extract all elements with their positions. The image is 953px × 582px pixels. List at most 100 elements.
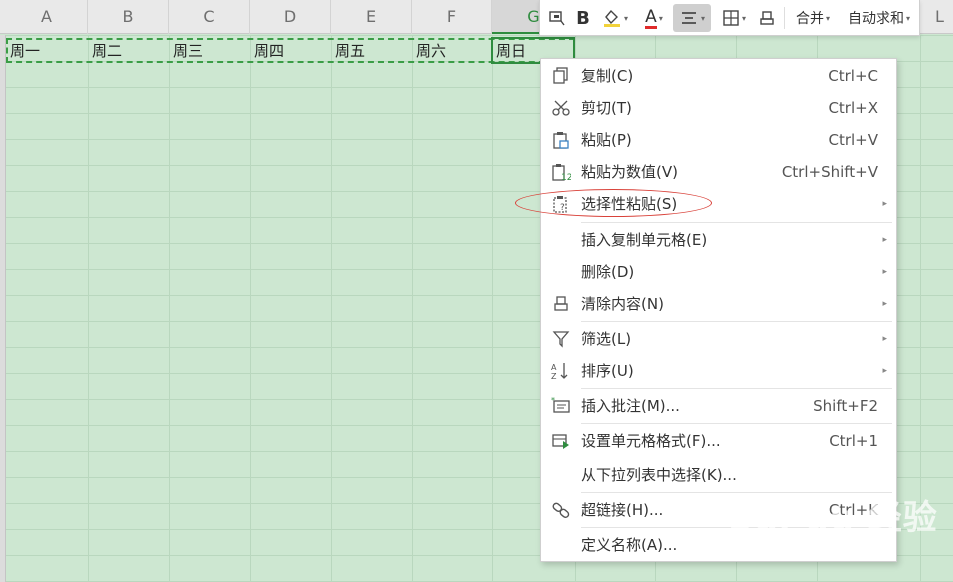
chevron-down-icon: ▾ — [623, 13, 628, 23]
font-color-button[interactable]: A ▾ — [637, 4, 671, 32]
menu-item-insert-copied-cells[interactable]: 插入复制单元格(E) ▸ — [541, 225, 896, 255]
copy-marquee — [6, 38, 575, 63]
menu-item-label: 筛选(L) — [581, 330, 632, 348]
menu-item-shortcut: Shift+F2 — [813, 397, 878, 415]
menu-item-insert-comment[interactable]: * 插入批注(M)... Shift+F2 — [541, 391, 896, 421]
merge-label: 合并 — [795, 11, 824, 27]
menu-item-paste-values[interactable]: 12 粘贴为数值(V) Ctrl+Shift+V — [541, 157, 896, 187]
align-center-button[interactable]: ▾ — [673, 4, 711, 32]
menu-item-shortcut: Ctrl+Shift+V — [781, 163, 878, 181]
scissors-icon — [551, 99, 571, 117]
eraser-icon — [760, 11, 774, 25]
paste-values-icon: 12 — [551, 163, 572, 183]
borders-button[interactable]: ▾ — [716, 4, 752, 32]
menu-item-delete[interactable]: 删除(D) ▸ — [541, 257, 896, 287]
format-painter-button[interactable] — [544, 4, 570, 32]
menu-item-shortcut: Ctrl+X — [828, 99, 878, 117]
menu-item-label: 删除(D) — [581, 263, 635, 281]
menu-item-format-cells[interactable]: 设置单元格格式(F)... Ctrl+1 — [541, 426, 896, 456]
row-header-edge — [0, 35, 6, 582]
grid-line — [331, 35, 332, 582]
bold-button[interactable]: B — [572, 4, 594, 32]
sort-icon: AZ — [551, 362, 571, 381]
column-header-c[interactable]: C — [169, 0, 250, 34]
merge-button[interactable]: 合并 ▾ — [789, 4, 837, 32]
toolbar-separator — [784, 7, 785, 29]
menu-item-shortcut: Ctrl+1 — [829, 432, 878, 450]
menu-item-label: 剪切(T) — [581, 99, 632, 117]
submenu-arrow-icon: ▸ — [882, 366, 887, 376]
menu-item-label: 超链接(H)... — [581, 501, 664, 519]
menu-item-cut[interactable]: 剪切(T) Ctrl+X — [541, 93, 896, 123]
svg-text:12: 12 — [561, 173, 571, 181]
menu-item-shortcut: Ctrl+V — [828, 131, 878, 149]
grid-line — [88, 35, 89, 582]
menu-item-clear-contents[interactable]: 清除内容(N) ▸ — [541, 289, 896, 319]
menu-item-sort[interactable]: AZ 排序(U) ▸ — [541, 356, 896, 386]
menu-item-label: 清除内容(N) — [581, 295, 664, 313]
svg-text:A: A — [551, 363, 557, 372]
format-painter-icon — [549, 11, 565, 26]
column-header-d[interactable]: D — [250, 0, 331, 34]
annotation-ellipse — [515, 189, 712, 217]
chevron-down-icon: ▾ — [825, 13, 830, 23]
grid-line — [169, 35, 170, 582]
menu-item-copy[interactable]: 复制(C) Ctrl+C — [541, 61, 896, 91]
column-header-b[interactable]: B — [88, 0, 169, 34]
grid-line — [412, 35, 413, 582]
comment-icon: * — [551, 396, 571, 415]
borders-icon — [723, 10, 739, 26]
align-center-icon — [681, 12, 696, 24]
menu-item-label: 定义名称(A)... — [581, 536, 678, 554]
chevron-down-icon: ▾ — [700, 13, 705, 23]
submenu-arrow-icon: ▸ — [882, 334, 887, 344]
menu-item-label: 排序(U) — [581, 362, 634, 380]
chevron-down-icon: ▾ — [741, 13, 746, 23]
menu-item-label: 粘贴(P) — [581, 131, 632, 149]
fill-color-button[interactable]: ▾ — [598, 4, 632, 32]
watermark: Bai du 经验 jingyan.baidu.com — [728, 470, 948, 570]
menu-item-shortcut: Ctrl+C — [828, 67, 878, 85]
menu-item-label: 插入批注(M)... — [581, 397, 680, 415]
column-header-e[interactable]: E — [331, 0, 412, 34]
menu-item-filter[interactable]: 筛选(L) ▸ — [541, 324, 896, 354]
menu-item-label: 复制(C) — [581, 67, 634, 85]
autosum-label: 自动求和 — [847, 11, 904, 27]
filter-icon — [551, 330, 571, 348]
column-header-a[interactable]: A — [6, 0, 88, 34]
autosum-button[interactable]: 自动求和 ▾ — [840, 4, 918, 32]
svg-text:Z: Z — [551, 372, 557, 380]
watermark-logo: Bai du 经验 — [728, 498, 938, 538]
grid-line — [492, 35, 493, 582]
menu-separator — [581, 222, 892, 223]
menu-item-label: 插入复制单元格(E) — [581, 231, 708, 249]
menu-item-paste[interactable]: 粘贴(P) Ctrl+V — [541, 125, 896, 155]
copy-icon — [551, 67, 571, 85]
watermark-url: jingyan.baidu.com — [734, 536, 882, 555]
submenu-arrow-icon: ▸ — [882, 267, 887, 277]
eraser-icon — [551, 295, 571, 313]
font-color-label: A — [645, 6, 657, 29]
submenu-arrow-icon: ▸ — [882, 299, 887, 309]
menu-separator — [581, 423, 892, 424]
mini-toolbar: B ▾ A ▾ ▾ ▾ 合并 ▾ 自动求和 ▾ — [539, 0, 920, 36]
format-cells-icon — [551, 432, 571, 450]
bold-label: B — [576, 7, 590, 29]
link-icon — [551, 501, 571, 519]
column-header-l[interactable]: L — [920, 0, 953, 34]
fill-bucket-icon — [603, 9, 620, 27]
submenu-arrow-icon: ▸ — [882, 235, 887, 245]
column-header-f[interactable]: F — [412, 0, 492, 34]
svg-text:*: * — [551, 397, 555, 405]
clipboard-icon — [551, 131, 571, 149]
menu-item-label: 设置单元格格式(F)... — [581, 432, 721, 450]
menu-separator — [581, 321, 892, 322]
menu-item-label: 从下拉列表中选择(K)... — [581, 466, 737, 484]
menu-separator — [581, 388, 892, 389]
clear-format-button[interactable] — [754, 4, 780, 32]
grid-line — [250, 35, 251, 582]
chevron-down-icon: ▾ — [905, 13, 910, 23]
submenu-arrow-icon: ▸ — [882, 199, 887, 209]
menu-item-label: 粘贴为数值(V) — [581, 163, 678, 181]
chevron-down-icon: ▾ — [658, 13, 663, 23]
